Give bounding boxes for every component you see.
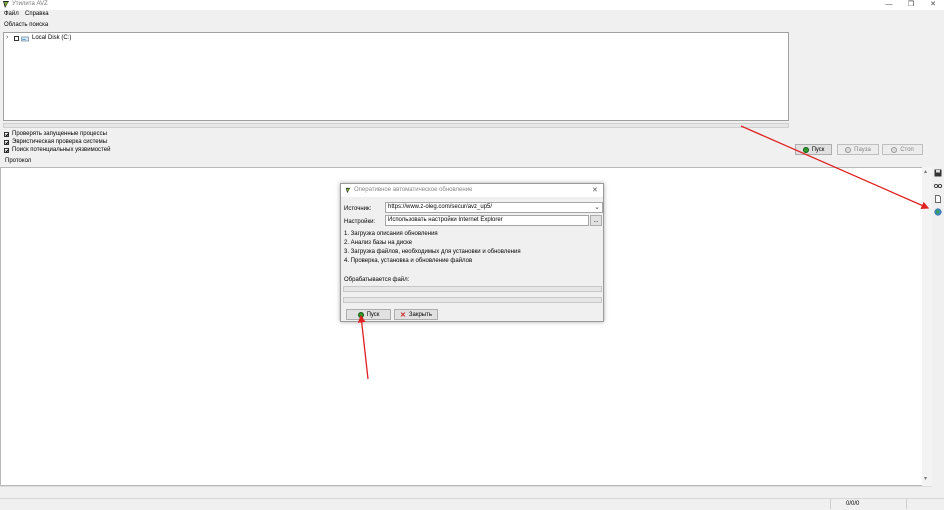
status-divider <box>830 499 831 509</box>
scroll-down-icon[interactable]: ▾ <box>924 475 927 482</box>
chevron-down-icon[interactable]: ⌄ <box>594 203 600 212</box>
dialog-title: Оперативное автоматическое обновление <box>354 187 473 193</box>
file-progress-bar <box>343 286 602 292</box>
menu-file[interactable]: Файл <box>4 11 19 17</box>
close-icon: ✕ <box>400 311 406 319</box>
button-label: Закрыть <box>408 311 432 318</box>
expand-icon[interactable]: › <box>6 34 8 41</box>
protocol-label: Протокол <box>5 158 32 164</box>
maximize-button[interactable]: ❐ <box>902 0 920 9</box>
button-label: Пуск <box>811 146 825 153</box>
menu-help[interactable]: Справка <box>25 11 49 17</box>
play-icon <box>357 311 364 318</box>
checkbox[interactable] <box>4 132 9 137</box>
step-3: 3. Загрузка файлов, необходимых для уста… <box>344 249 521 255</box>
tree-item-label: Local Disk (C:) <box>32 35 72 41</box>
window-title: Утилита AVZ <box>12 1 48 7</box>
button-label: Пауза <box>854 146 871 153</box>
dialog-close-button[interactable]: ✕ Закрыть <box>394 309 438 320</box>
minimize-button[interactable]: — <box>880 0 898 9</box>
source-label: Источник: <box>344 206 372 212</box>
scan-start-button[interactable]: Пуск <box>795 144 832 155</box>
button-label: Стоп <box>900 146 914 153</box>
play-icon <box>802 146 809 153</box>
checkbox[interactable] <box>4 140 9 145</box>
scroll-up-icon[interactable]: ▴ <box>924 168 927 175</box>
save-icon[interactable] <box>933 168 943 177</box>
checkbox-label: Поиск потенциальных уязвимостей <box>12 147 111 153</box>
search-area-tree[interactable] <box>3 32 789 121</box>
menu-bar <box>0 10 944 19</box>
splitter-bar[interactable] <box>3 123 789 128</box>
dialog-close-icon[interactable]: ✕ <box>592 186 598 194</box>
status-divider <box>906 499 907 509</box>
source-select[interactable]: https://www.z-oleg.com/secur/avz_up5/ ⌄ <box>385 202 603 213</box>
scan-stop-button[interactable]: Стоп <box>882 144 923 155</box>
checkbox-label: Проверять запущенные процессы <box>12 131 107 137</box>
tree-checkbox[interactable] <box>14 36 19 41</box>
source-value: https://www.z-oleg.com/secur/avz_up5/ <box>388 204 493 210</box>
update-start-button[interactable]: Пуск <box>346 309 391 320</box>
search-area-label: Область поиска <box>4 22 49 28</box>
scan-pause-button[interactable]: Пауза <box>837 144 879 155</box>
step-4: 4. Проверка, установка и обновление файл… <box>344 258 473 264</box>
vertical-scrollbar[interactable]: ▴ ▾ <box>922 167 932 486</box>
processing-label: Обрабатывается файл: <box>344 277 410 283</box>
update-dialog: Оперативное автоматическое обновление ✕ … <box>340 183 604 322</box>
settings-label: Настройки: <box>344 219 376 225</box>
title-bar <box>0 0 944 10</box>
avz-logo-icon <box>3 1 9 8</box>
settings-field[interactable]: Использовать настройки Internet Explorer <box>385 215 589 226</box>
status-bar <box>0 498 944 510</box>
step-2: 2. Анализ базы на диске <box>344 240 413 246</box>
update-globe-icon[interactable] <box>933 207 943 216</box>
checkbox[interactable] <box>4 148 9 153</box>
stop-icon <box>891 146 898 153</box>
settings-browse-button[interactable]: ... <box>590 215 602 226</box>
checkbox-label: Эвристическая проверка системы <box>12 139 108 145</box>
horizontal-scrollbar[interactable] <box>0 486 932 493</box>
total-progress-bar <box>343 297 602 303</box>
pause-icon <box>845 146 852 153</box>
close-window-button[interactable]: ✕ <box>924 0 942 9</box>
document-icon[interactable] <box>933 194 943 203</box>
avz-logo-icon <box>345 187 351 194</box>
glasses-icon[interactable] <box>933 181 943 190</box>
step-1: 1. Загрузка описания обновления <box>344 231 438 237</box>
drive-icon <box>21 36 29 42</box>
status-counter: 0/0/0 <box>846 501 860 507</box>
button-label: Пуск <box>366 311 380 318</box>
